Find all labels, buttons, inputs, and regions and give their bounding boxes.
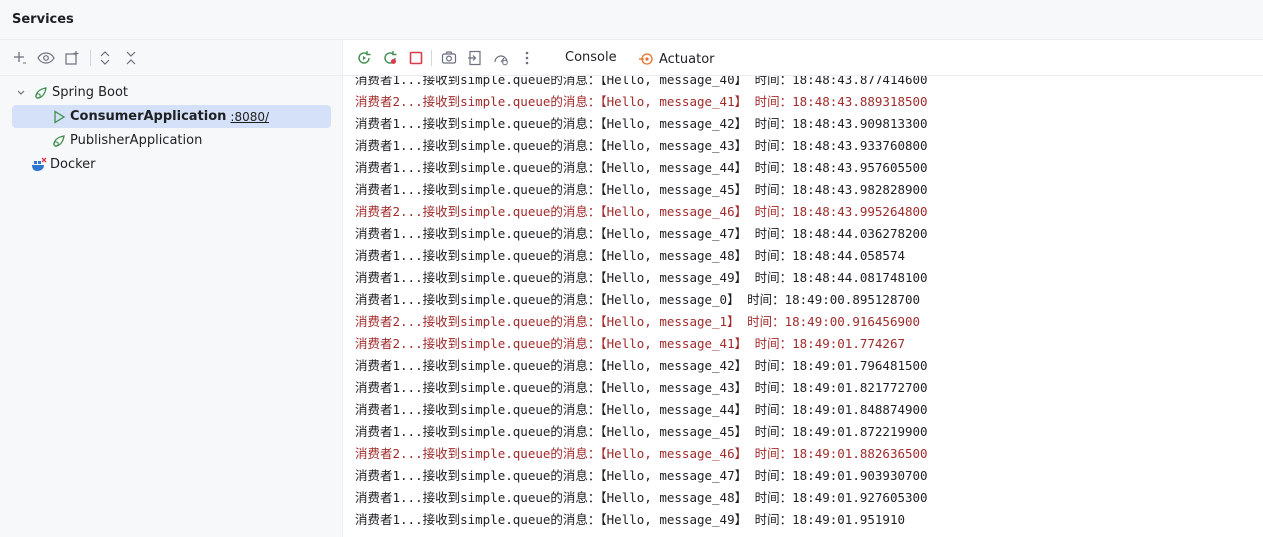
log-line: 消费者1...接收到simple.queue的消息：【Hello, messag… [355,226,928,241]
services-toolbar [0,40,342,76]
add-service-icon[interactable] [10,48,30,68]
expand-all-icon[interactable] [95,48,115,68]
consumer-port-link[interactable]: :8080/ [230,110,269,124]
log-line: 消费者1...接收到simple.queue的消息：【Hello, messag… [355,270,928,285]
panel-title: Services [12,12,74,27]
eye-icon[interactable] [36,48,56,68]
rerun-failed-icon[interactable] [380,48,400,68]
spring-boot-icon [32,84,50,102]
toolbar-divider [431,50,432,66]
log-line: 消费者1...接收到simple.queue的消息：【Hello, messag… [355,292,921,307]
log-line: 消费者2...接收到simple.queue的消息：【Hello, messag… [355,94,928,109]
spring-boot-app-icon [50,132,68,150]
log-line: 消费者1...接收到simple.queue的消息：【Hello, messag… [355,380,928,395]
chevron-down-icon[interactable] [12,84,30,102]
collapse-all-icon[interactable] [121,48,141,68]
log-line: 消费者1...接收到simple.queue的消息：【Hello, messag… [355,402,928,417]
log-line: 消费者2...接收到simple.queue的消息：【Hello, messag… [355,314,921,329]
log-line: 消费者1...接收到simple.queue的消息：【Hello, messag… [355,76,928,87]
toolbar-divider [90,50,91,66]
rerun-icon[interactable] [354,48,374,68]
run-icon [50,108,68,126]
log-line: 消费者1...接收到simple.queue的消息：【Hello, messag… [355,424,928,439]
camera-icon[interactable] [439,48,459,68]
docker-icon [30,156,48,174]
tree-label-spring-boot: Spring Boot [52,85,129,100]
log-line: 消费者2...接收到simple.queue的消息：【Hello, messag… [355,446,928,461]
stop-icon[interactable] [406,48,426,68]
profiler-icon[interactable] [491,48,511,68]
tab-actuator[interactable]: Actuator [637,50,715,68]
tab-actuator-label: Actuator [659,51,715,67]
run-toolbar: Console Actuator [343,40,1263,76]
log-line: 消费者2...接收到simple.queue的消息：【Hello, messag… [355,204,928,219]
tree-label-consumer: ConsumerApplication [70,109,227,124]
more-options-icon[interactable] [517,48,537,68]
log-line: 消费者1...接收到simple.queue的消息：【Hello, messag… [355,248,906,263]
exit-icon[interactable] [465,48,485,68]
log-line: 消费者2...接收到simple.queue的消息：【Hello, messag… [355,336,906,351]
console-output[interactable]: 消费者1...接收到simple.queue的消息：【Hello, messag… [343,76,1263,537]
tree-label-docker: Docker [50,157,96,172]
log-line: 消费者1...接收到simple.queue的消息：【Hello, messag… [355,512,906,527]
tree-node-docker[interactable]: Docker [12,153,332,176]
tree-node-spring-boot[interactable]: Spring Boot [12,81,332,104]
services-title-bar: Services [0,0,1263,40]
actuator-icon [637,50,655,68]
log-line: 消费者1...接收到simple.queue的消息：【Hello, messag… [355,490,928,505]
tab-console[interactable]: Console [565,50,617,65]
tree-node-publisher-application[interactable]: PublisherApplication [12,129,332,152]
new-group-icon[interactable] [62,48,82,68]
tree-node-consumer-application[interactable]: ConsumerApplication :8080/ [12,105,331,128]
tree-label-publisher: PublisherApplication [70,133,203,148]
services-tree-panel: Spring Boot ConsumerApplication :8080/ P… [0,40,343,537]
log-line: 消费者1...接收到simple.queue的消息：【Hello, messag… [355,358,928,373]
log-line: 消费者1...接收到simple.queue的消息：【Hello, messag… [355,468,928,483]
log-line: 消费者1...接收到simple.queue的消息：【Hello, messag… [355,116,928,131]
log-line: 消费者1...接收到simple.queue的消息：【Hello, messag… [355,160,928,175]
log-line: 消费者1...接收到simple.queue的消息：【Hello, messag… [355,138,928,153]
log-line: 消费者1...接收到simple.queue的消息：【Hello, messag… [355,182,928,197]
